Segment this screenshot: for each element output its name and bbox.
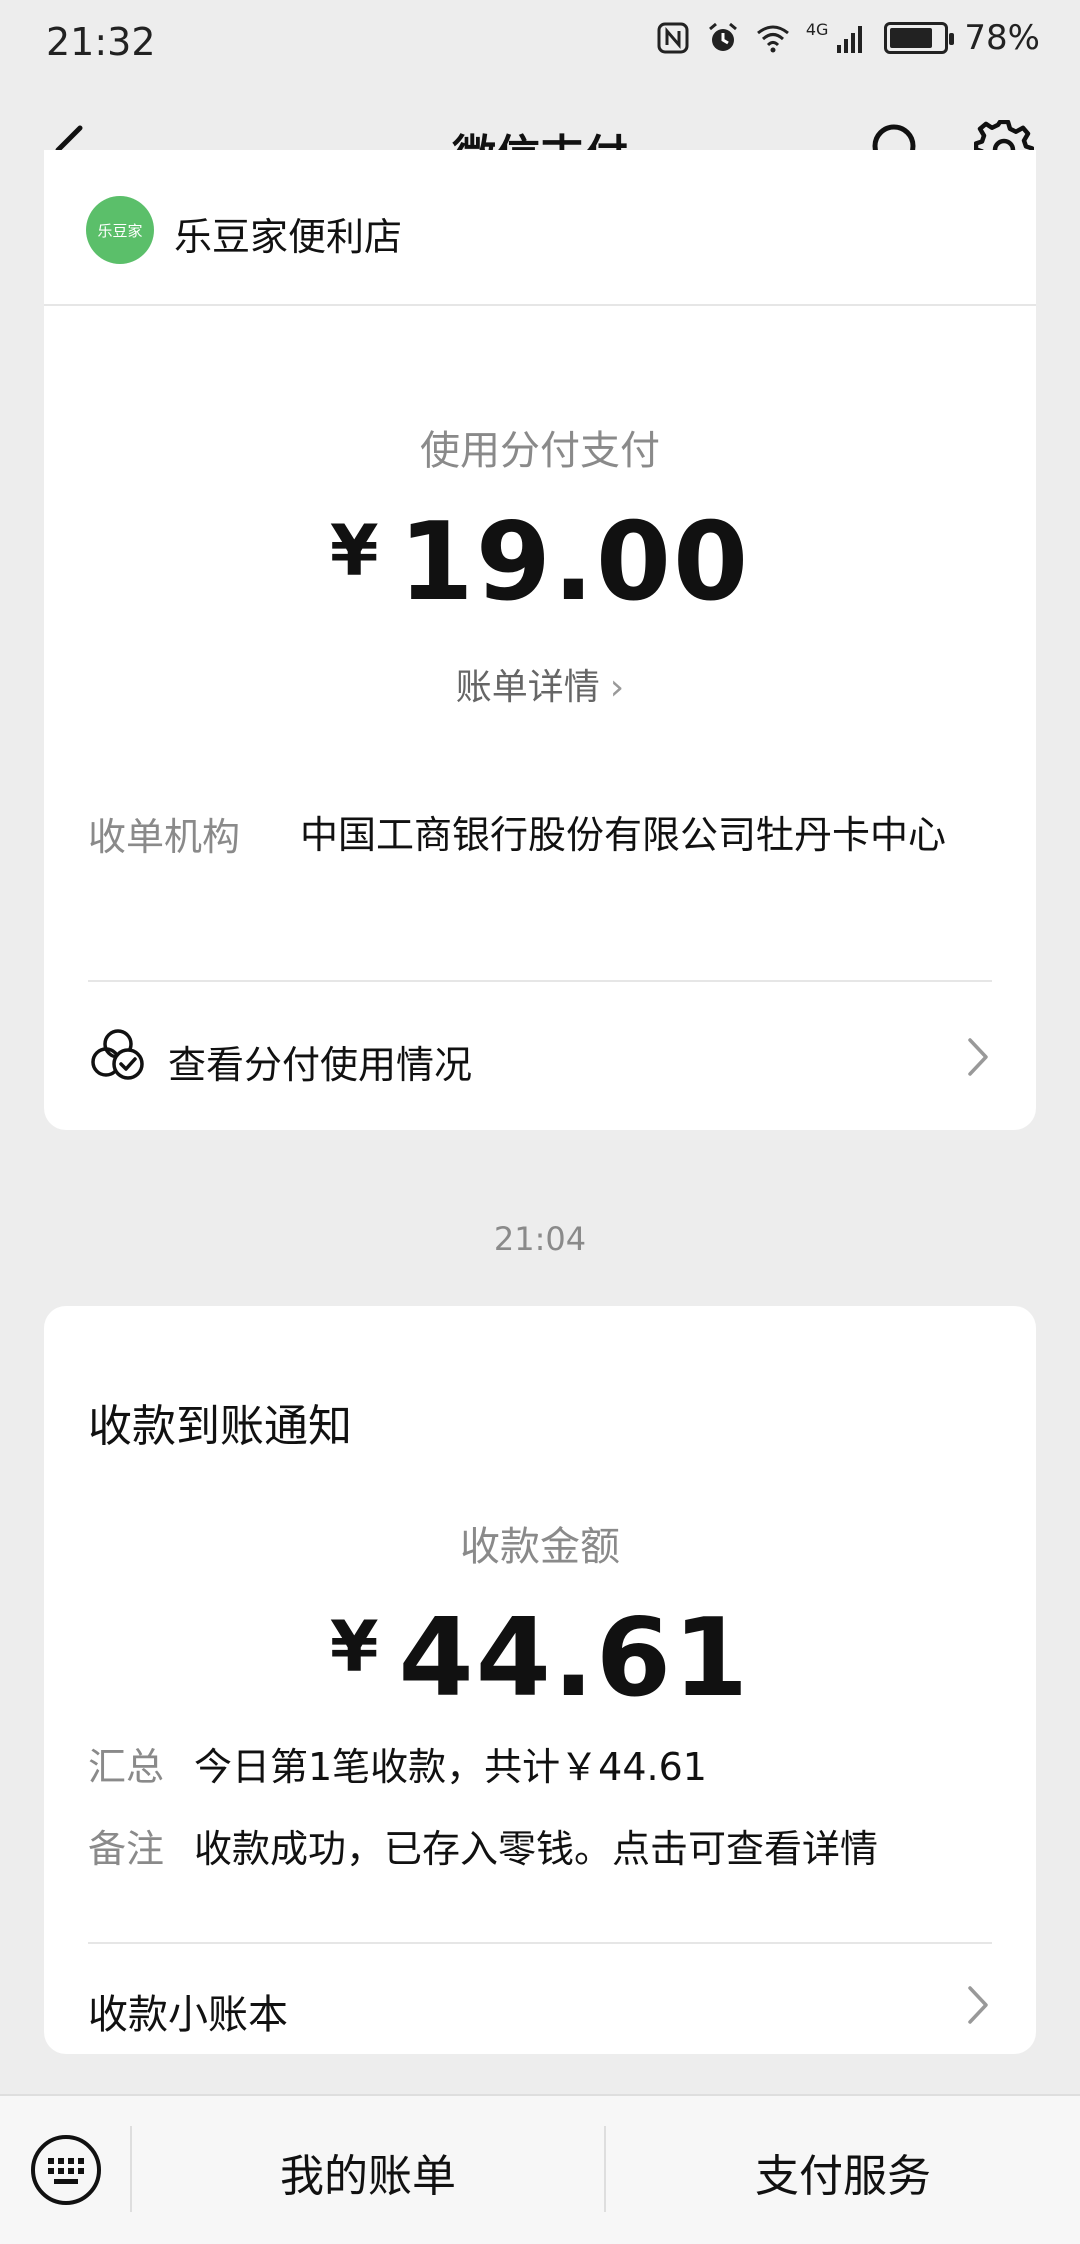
wifi-icon bbox=[756, 25, 789, 53]
credit-usage-icon bbox=[91, 1029, 144, 1080]
remark-label: 备注 bbox=[88, 1827, 165, 1871]
alarm-icon bbox=[708, 22, 737, 51]
chevron-right-icon bbox=[968, 1986, 988, 2024]
bill-detail-link[interactable]: 账单详情 › bbox=[44, 658, 1036, 710]
summary-value: 今日第1笔收款，共计￥44.61 bbox=[194, 1745, 707, 1789]
remark-row: 备注 收款成功，已存入零钱。点击可查看详情 bbox=[88, 1818, 878, 1873]
merchant-name[interactable]: 乐豆家便利店 bbox=[174, 206, 402, 261]
acquirer-value: 中国工商银行股份有限公司牡丹卡中心 bbox=[300, 813, 947, 857]
payment-card[interactable] bbox=[44, 150, 1036, 1130]
status-bar: 21:32 4G 78% bbox=[0, 0, 1080, 90]
divider bbox=[88, 1942, 992, 1944]
nfc-icon bbox=[657, 22, 689, 54]
payment-amount: ¥19.00 bbox=[44, 500, 1036, 625]
my-bills-button[interactable]: 我的账单 bbox=[132, 2140, 604, 2204]
keyboard-toggle-button[interactable] bbox=[28, 2132, 104, 2208]
keyboard-icon bbox=[31, 2135, 101, 2205]
pay-services-button[interactable]: 支付服务 bbox=[606, 2140, 1080, 2204]
payment-method-label: 使用分付支付 bbox=[420, 428, 660, 474]
battery-icon bbox=[884, 22, 955, 54]
summary-row: 汇总 今日第1笔收款，共计￥44.61 bbox=[88, 1736, 707, 1791]
status-icons: 4G 78% bbox=[656, 18, 1040, 58]
amount-value: 19.00 bbox=[398, 500, 751, 625]
chevron-right-icon: › bbox=[609, 667, 625, 708]
view-usage-row[interactable]: 查看分付使用情况 bbox=[88, 1018, 992, 1098]
divider bbox=[88, 980, 992, 982]
receipt-ledger-label: 收款小账本 bbox=[88, 1992, 288, 2038]
amount-value: 44.61 bbox=[398, 1596, 751, 1721]
summary-label: 汇总 bbox=[88, 1745, 165, 1789]
remark-value: 收款成功，已存入零钱。点击可查看详情 bbox=[194, 1827, 879, 1871]
divider bbox=[44, 304, 1036, 306]
receipt-amount: ¥44.61 bbox=[44, 1596, 1036, 1721]
receipt-amount-label: 收款金额 bbox=[460, 1524, 620, 1570]
merchant-logo: 乐豆家 bbox=[86, 196, 154, 264]
signal-icon bbox=[837, 26, 863, 53]
chevron-right-icon bbox=[968, 1038, 988, 1076]
bottom-menu-bar: 我的账单 支付服务 bbox=[0, 2094, 1080, 2244]
message-timestamp: 21:04 bbox=[493, 1220, 587, 1258]
currency-symbol: ¥ bbox=[329, 510, 381, 592]
status-time: 21:32 bbox=[46, 20, 156, 64]
network-type: 4G bbox=[805, 19, 829, 39]
currency-symbol: ¥ bbox=[329, 1606, 381, 1688]
battery-percent: 78% bbox=[964, 18, 1040, 58]
acquirer-label: 收单机构 bbox=[88, 815, 241, 859]
receipt-ledger-row[interactable]: 收款小账本 bbox=[88, 1966, 992, 2046]
receipt-title: 收款到账通知 bbox=[88, 1401, 352, 1452]
view-usage-label: 查看分付使用情况 bbox=[168, 1043, 473, 1087]
receipt-card[interactable]: 收款到账通知 收款金额 ¥44.61 汇总 今日第1笔收款，共计￥44.61 备注… bbox=[44, 1306, 1036, 2054]
